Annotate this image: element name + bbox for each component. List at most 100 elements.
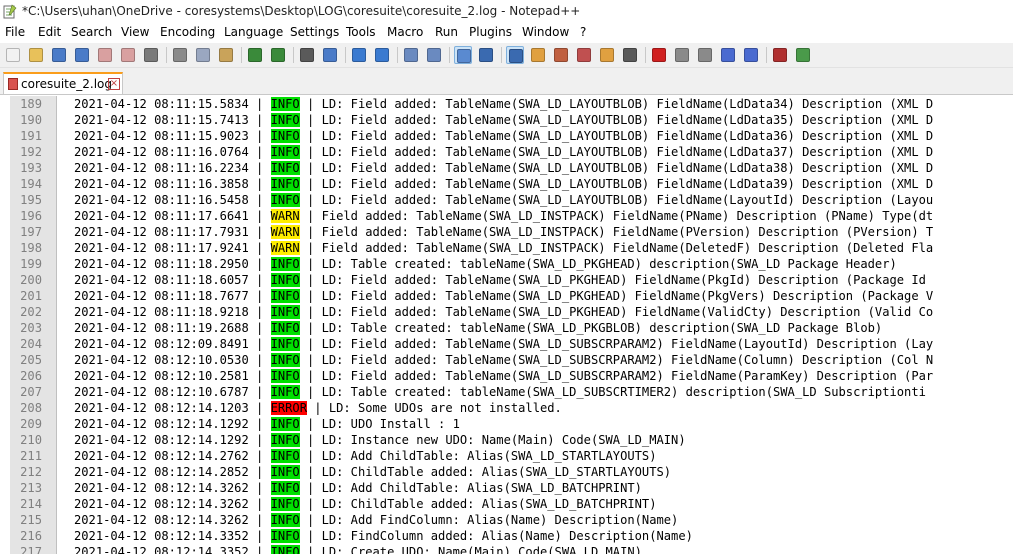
log-level-badge: INFO	[270, 321, 300, 335]
redo-button[interactable]	[269, 46, 287, 64]
log-line: 208 2021-04-12 08:12:14.1203 | ERROR | LD…	[10, 400, 1013, 416]
replace-button[interactable]	[321, 46, 339, 64]
spell-check-button[interactable]	[771, 46, 789, 64]
menu-settings[interactable]: Settings	[290, 25, 339, 39]
log-line: 202 2021-04-12 08:11:18.9218 | INFO | LD:…	[10, 304, 1013, 320]
cut-button[interactable]	[171, 46, 189, 64]
open-file-button[interactable]	[27, 46, 45, 64]
menu-file[interactable]: File	[5, 25, 25, 39]
menu-macro[interactable]: Macro	[387, 25, 423, 39]
log-level-badge: INFO	[270, 417, 300, 431]
run-macro-multiple-icon	[721, 48, 735, 62]
spell-check-settings-button[interactable]	[794, 46, 812, 64]
log-line: 191 2021-04-12 08:11:15.9023 | INFO | LD:…	[10, 128, 1013, 144]
new-file-icon	[6, 48, 20, 62]
close-tab-icon[interactable]: ×	[108, 78, 120, 90]
tab-coresuite-2-log[interactable]: coresuite_2.log ×	[3, 72, 123, 94]
play-macro-button[interactable]	[696, 46, 714, 64]
log-line: 192 2021-04-12 08:11:16.0764 | INFO | LD:…	[10, 144, 1013, 160]
menu-window[interactable]: Window	[522, 25, 569, 39]
window-title: *C:\Users\uhan\OneDrive - coresystems\De…	[22, 4, 581, 18]
save-all-button[interactable]	[73, 46, 91, 64]
line-number: 189	[20, 97, 42, 111]
log-line: 215 2021-04-12 08:12:14.3262 | INFO | LD:…	[10, 512, 1013, 528]
close-icon	[98, 48, 112, 62]
word-wrap-button[interactable]	[454, 46, 472, 64]
log-level-badge: INFO	[270, 433, 300, 447]
zoom-out-button[interactable]	[373, 46, 391, 64]
sync-vertical-button[interactable]	[402, 46, 420, 64]
menu-help[interactable]: ?	[580, 25, 586, 39]
zoom-in-button[interactable]	[350, 46, 368, 64]
line-number: 197	[20, 225, 42, 239]
run-macro-multiple-button[interactable]	[719, 46, 737, 64]
new-file-button[interactable]	[4, 46, 22, 64]
menu-tools[interactable]: Tools	[346, 25, 376, 39]
close-button[interactable]	[96, 46, 114, 64]
log-text: 2021-04-12 08:11:17.9241 | WARN | Field …	[74, 241, 934, 255]
function-list-button[interactable]	[575, 46, 593, 64]
log-text: 2021-04-12 08:11:16.5458 | INFO | LD: Fi…	[74, 193, 934, 207]
folder-workspace-button[interactable]	[598, 46, 616, 64]
log-text: 2021-04-12 08:12:09.8491 | INFO | LD: Fi…	[74, 337, 934, 351]
show-all-characters-button[interactable]	[477, 46, 495, 64]
log-message: LD: Table created: tableName(SWA_LD_SUBS…	[321, 385, 926, 399]
log-text: 2021-04-12 08:11:17.6641 | WARN | Field …	[74, 209, 934, 223]
menu-encoding[interactable]: Encoding	[160, 25, 215, 39]
word-wrap-icon	[457, 49, 471, 63]
unsaved-file-icon	[8, 78, 18, 90]
monitoring-button[interactable]	[621, 46, 639, 64]
menu-language[interactable]: Language	[224, 25, 283, 39]
tab-label: coresuite_2.log	[21, 77, 113, 91]
menu-edit[interactable]: Edit	[38, 25, 61, 39]
close-all-button[interactable]	[119, 46, 137, 64]
log-line: 217 2021-04-12 08:12:14.3352 | INFO | LD:…	[10, 544, 1013, 554]
editor-lines: 189 2021-04-12 08:11:15.5834 | INFO | LD:…	[10, 96, 1013, 554]
log-line: 214 2021-04-12 08:12:14.3262 | INFO | LD:…	[10, 496, 1013, 512]
log-timestamp: 2021-04-12 08:11:16.0764	[74, 145, 249, 159]
save-macro-icon	[744, 48, 758, 62]
indent-guide-button[interactable]	[506, 46, 524, 64]
line-number: 214	[20, 497, 42, 511]
zoom-in-icon	[352, 48, 366, 62]
log-timestamp: 2021-04-12 08:11:15.5834	[74, 97, 249, 111]
log-message: LD: FindColumn added: Alias(Name) Descri…	[321, 529, 693, 543]
sync-horizontal-button[interactable]	[425, 46, 443, 64]
line-number: 195	[20, 193, 42, 207]
user-language-icon	[531, 48, 545, 62]
cut-icon	[173, 48, 187, 62]
user-language-button[interactable]	[529, 46, 547, 64]
log-level-badge: INFO	[270, 385, 300, 399]
doc-map-button[interactable]	[552, 46, 570, 64]
menu-search[interactable]: Search	[71, 25, 112, 39]
stop-record-button[interactable]	[673, 46, 691, 64]
log-text: 2021-04-12 08:11:18.9218 | INFO | LD: Fi…	[74, 305, 934, 319]
editor[interactable]: 189 2021-04-12 08:11:15.5834 | INFO | LD:…	[10, 96, 1013, 554]
log-timestamp: 2021-04-12 08:11:19.2688	[74, 321, 249, 335]
log-timestamp: 2021-04-12 08:11:17.6641	[74, 209, 249, 223]
log-line: 209 2021-04-12 08:12:14.1292 | INFO | LD:…	[10, 416, 1013, 432]
undo-button[interactable]	[246, 46, 264, 64]
menu-plugins[interactable]: Plugins	[469, 25, 512, 39]
replace-icon	[323, 48, 337, 62]
save-macro-button[interactable]	[742, 46, 760, 64]
paste-button[interactable]	[217, 46, 235, 64]
save-button[interactable]	[50, 46, 68, 64]
print-button[interactable]	[142, 46, 160, 64]
log-message: LD: Field added: TableName(SWA_LD_SUBSCR…	[321, 353, 934, 367]
copy-button[interactable]	[194, 46, 212, 64]
record-macro-button[interactable]	[650, 46, 668, 64]
menu-view[interactable]: View	[121, 25, 149, 39]
log-level-badge: INFO	[270, 113, 300, 127]
log-line: 201 2021-04-12 08:11:18.7677 | INFO | LD:…	[10, 288, 1013, 304]
log-line: 189 2021-04-12 08:11:15.5834 | INFO | LD:…	[10, 96, 1013, 112]
log-level-badge: WARN	[270, 225, 300, 239]
line-number: 201	[20, 289, 42, 303]
log-text: 2021-04-12 08:12:14.3352 | INFO | LD: Cr…	[74, 544, 642, 554]
menu-run[interactable]: Run	[435, 25, 458, 39]
log-text: 2021-04-12 08:12:14.3262 | INFO | LD: Ad…	[74, 481, 642, 495]
log-level-badge: INFO	[270, 273, 300, 287]
log-message: LD: Field added: TableName(SWA_LD_PKGHEA…	[321, 273, 926, 287]
line-number: 212	[20, 465, 42, 479]
find-button[interactable]	[298, 46, 316, 64]
